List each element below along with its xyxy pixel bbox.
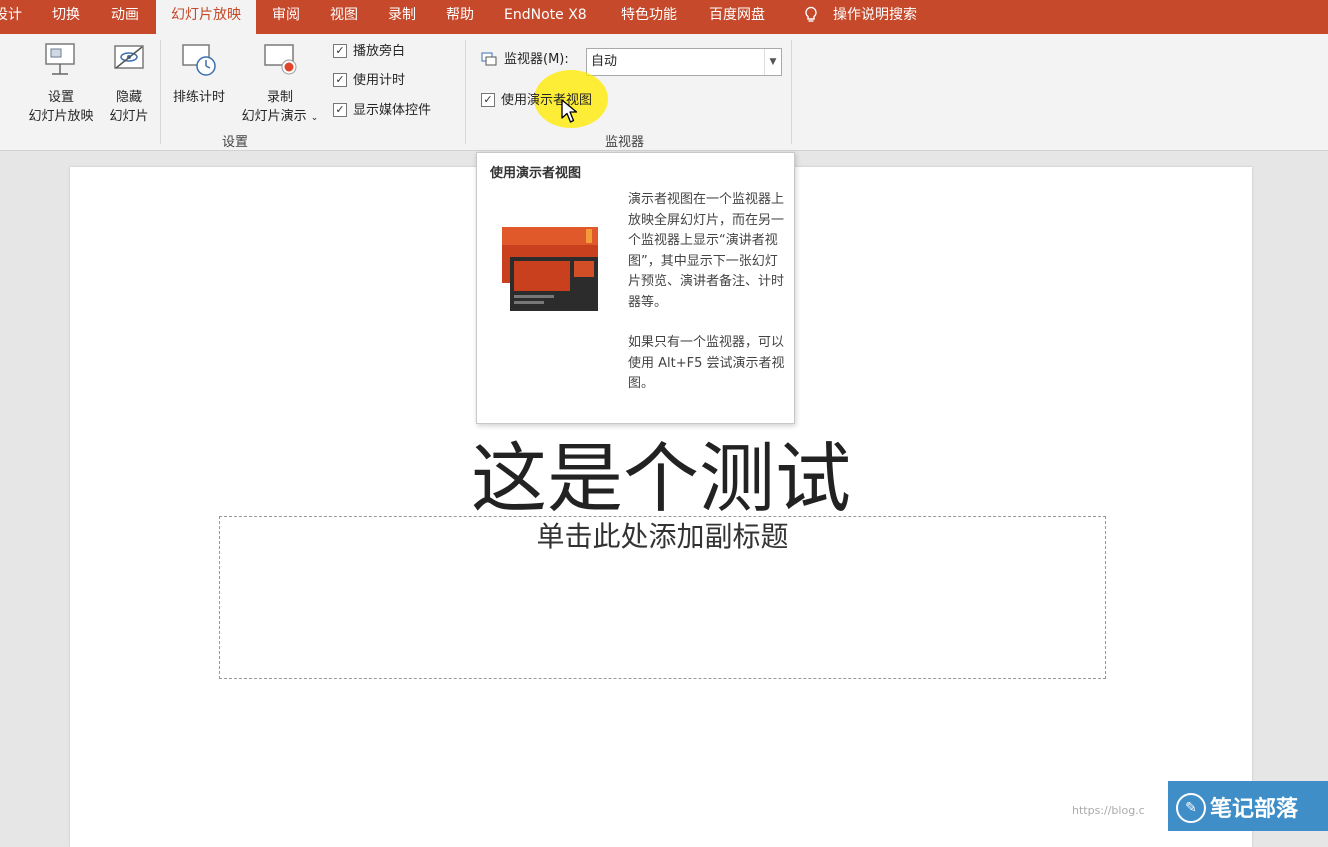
hide-slide-button[interactable]: 隐藏 幻灯片 [104, 42, 154, 126]
tab-special-features[interactable]: 特色功能 [621, 0, 677, 34]
ribbon-tab-bar: 设计 切换 动画 幻灯片放映 审阅 视图 录制 帮助 EndNote X8 特色… [0, 0, 1328, 34]
setup-slideshow-button[interactable]: 设置 幻灯片放映 [22, 42, 100, 126]
dropdown-arrow-icon[interactable]: ⌄ [311, 113, 319, 123]
tab-animations[interactable]: 动画 [111, 0, 139, 34]
tab-help[interactable]: 帮助 [446, 0, 474, 34]
rehearse-timings-icon [182, 44, 216, 76]
mouse-pointer-icon [561, 99, 578, 123]
pencil-icon: ✎ [1176, 793, 1206, 823]
media-controls-label: 显示媒体控件 [353, 103, 432, 118]
hide-slide-line2: 幻灯片 [109, 109, 149, 124]
narration-checkbox[interactable]: ✓ 播放旁白 [333, 42, 405, 62]
monitor-select-value: 自动 [591, 54, 618, 69]
tab-record[interactable]: 录制 [388, 0, 416, 34]
watermark-text: 笔记部落 [1210, 797, 1299, 822]
record-slideshow-line2: 幻灯片演示 ⌄ [234, 107, 326, 128]
record-slideshow-button[interactable]: 录制 幻灯片演示 ⌄ [234, 42, 326, 128]
hide-slide-line1: 隐藏 [115, 90, 142, 105]
presenter-view-tooltip: 使用演示者视图 演示者视图在一个监视器上放映全屏幻灯片，而在另一个监视器上显示“… [476, 152, 795, 424]
url-watermark: https://blog.c [1072, 804, 1145, 817]
slideshow-setup-icon [45, 43, 75, 75]
narration-label: 播放旁白 [353, 44, 406, 59]
slide-title[interactable]: 这是个测试 [70, 417, 1252, 527]
tab-design[interactable]: 设计 [0, 0, 22, 34]
monitor-label: 监视器(M): [504, 52, 569, 67]
setup-slideshow-line1: 设置 [47, 90, 74, 105]
rehearse-timings-label: 排练计时 [172, 90, 225, 105]
chevron-down-icon[interactable]: ▼ [764, 49, 781, 75]
ribbon-separator [465, 40, 466, 144]
use-timings-checkbox[interactable]: ✓ 使用计时 [333, 71, 405, 91]
checkmark-icon: ✓ [333, 102, 347, 117]
group-label-setup: 设置 [222, 135, 249, 150]
media-controls-checkbox[interactable]: ✓ 显示媒体控件 [333, 101, 431, 121]
site-watermark: ✎ 笔记部落 [1168, 781, 1328, 831]
lightbulb-icon [805, 6, 817, 22]
hide-slide-icon [114, 45, 144, 69]
tab-baidu-netdisk[interactable]: 百度网盘 [709, 0, 765, 34]
record-slideshow-line2-text: 幻灯片演示 [241, 109, 307, 124]
tell-me-search[interactable]: 操作说明搜索 [803, 0, 917, 34]
tab-review[interactable]: 审阅 [272, 0, 300, 34]
subtitle-placeholder-text: 单击此处添加副标题 [536, 520, 789, 553]
use-timings-label: 使用计时 [353, 73, 406, 88]
checkmark-icon: ✓ [481, 92, 495, 107]
monitor-select[interactable]: 自动 ▼ [586, 48, 782, 76]
tooltip-paragraph-1: 演示者视图在一个监视器上放映全屏幻灯片，而在另一个监视器上显示“演讲者视图”，其… [628, 192, 785, 310]
tell-me-label: 操作说明搜索 [833, 7, 917, 23]
tab-transitions[interactable]: 切换 [52, 0, 80, 34]
tooltip-title: 使用演示者视图 [490, 166, 582, 181]
ribbon-separator [160, 40, 161, 144]
checkmark-icon: ✓ [333, 72, 347, 87]
subtitle-placeholder-box[interactable]: 单击此处添加副标题 [219, 516, 1106, 679]
record-slideshow-icon [264, 44, 297, 75]
tab-endnote[interactable]: EndNote X8 [504, 0, 587, 34]
monitor-icon [481, 52, 497, 66]
tooltip-paragraph-2: 如果只有一个监视器，可以使用 Alt+F5 尝试演示者视图。 [628, 335, 785, 391]
tab-slideshow[interactable]: 幻灯片放映 [156, 0, 256, 34]
ribbon-separator [791, 40, 792, 144]
checkmark-icon: ✓ [333, 43, 347, 58]
presenter-view-preview-image [502, 227, 598, 311]
record-slideshow-line1: 录制 [266, 90, 293, 105]
monitor-label-row: 监视器(M): [481, 50, 569, 70]
setup-slideshow-line2: 幻灯片放映 [28, 109, 94, 124]
group-label-monitors: 监视器 [605, 135, 645, 150]
rehearse-timings-button[interactable]: 排练计时 [166, 42, 232, 107]
tooltip-body: 演示者视图在一个监视器上放映全屏幻灯片，而在另一个监视器上显示“演讲者视图”，其… [628, 190, 788, 415]
tab-view[interactable]: 视图 [330, 0, 358, 34]
